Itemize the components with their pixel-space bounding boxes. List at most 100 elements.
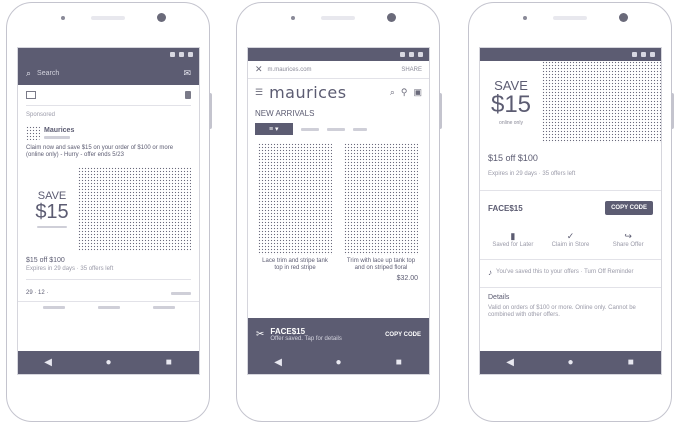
product-price: $32.00 [396, 275, 418, 282]
sensor [523, 16, 527, 20]
product-image[interactable] [258, 143, 332, 255]
location-icon[interactable]: ⚲ [401, 87, 408, 98]
share-link[interactable]: SHARE [401, 67, 422, 73]
hero-amount-text: $15 [490, 91, 532, 118]
recents-icon[interactable]: ■ [624, 357, 638, 368]
product-name[interactable]: Lace trim and stripe tank top in red str… [258, 258, 332, 272]
top-row [18, 85, 199, 103]
home-icon[interactable]: ● [563, 357, 577, 368]
offer-actions: ▮ Saved for Later ✓ Claim in Store ↪ Sha… [480, 225, 661, 255]
volume-button [209, 93, 212, 129]
ad-image[interactable]: SAVE $15 [26, 167, 191, 251]
offer-title: $15 off $100 [488, 153, 538, 163]
recents-icon[interactable]: ■ [162, 357, 176, 368]
phone3-screen: SAVE $15 online only $15 off $100 Expire… [479, 47, 662, 375]
product-image[interactable] [344, 143, 418, 255]
close-icon[interactable]: ✕ [255, 64, 263, 75]
saved-for-later-button[interactable]: ▮ Saved for Later [486, 231, 540, 249]
tag-icon: ✂ [256, 329, 265, 340]
home-icon[interactable]: ● [331, 357, 345, 368]
copy-code-button[interactable]: COPY CODE [605, 201, 653, 215]
reminder-text: You've saved this to your offers · Turn … [496, 269, 634, 275]
front-camera [619, 13, 628, 22]
comment-button[interactable] [97, 306, 120, 309]
messenger-icon[interactable]: ✉ [183, 68, 191, 79]
coupon-subtitle: Offer saved. Tap for details [270, 336, 342, 342]
ad-amount-text: $15 [35, 201, 69, 223]
bell-icon: ♪ [488, 268, 492, 277]
home-icon[interactable]: ● [101, 357, 115, 368]
volume-button [439, 93, 442, 129]
back-icon[interactable]: ◀ [41, 357, 55, 368]
android-nav-bar: ◀ ● ■ [248, 351, 429, 374]
product-card[interactable]: Trim with lace up tank top and on stripe… [344, 143, 418, 282]
status-bar [18, 48, 199, 61]
reminder-row[interactable]: ♪ You've saved this to your offers · Tur… [480, 264, 661, 281]
speaker [91, 16, 125, 20]
front-camera [387, 13, 396, 22]
share-button[interactable] [152, 306, 175, 309]
offer-hero-image: SAVE $15 online only [480, 61, 661, 143]
back-icon[interactable]: ◀ [503, 357, 517, 368]
phone2-screen: ✕ m.maurices.com SHARE ☰ maurices ⌕ ⚲ ▣ … [247, 47, 430, 375]
hamburger-menu-icon[interactable]: ☰ [255, 87, 263, 98]
search-bar[interactable]: ⌕ Search ✉ [18, 61, 199, 85]
url-text[interactable]: m.maurices.com [268, 67, 397, 73]
product-collage [542, 61, 661, 143]
bookmark-icon[interactable] [185, 91, 191, 99]
action-row [18, 301, 199, 313]
ad-headline: SAVE $15 [26, 167, 78, 251]
product-card[interactable]: Lace trim and stripe tank top in red str… [258, 143, 332, 282]
phone-frame-3: SAVE $15 online only $15 off $100 Expire… [468, 2, 674, 422]
action-label: Saved for Later [492, 242, 534, 248]
section-title: NEW ARRIVALS [255, 109, 315, 118]
browser-url-bar: ✕ m.maurices.com SHARE [248, 61, 429, 79]
details-heading: Details [488, 294, 510, 301]
share-offer-button[interactable]: ↪ Share Offer [601, 231, 655, 249]
recents-icon[interactable]: ■ [392, 357, 406, 368]
speaker [321, 16, 355, 20]
copy-code-button[interactable]: COPY CODE [385, 332, 421, 338]
search-icon: ⌕ [26, 67, 32, 78]
product-collage [78, 167, 191, 251]
coupon-code: FACE$15 [270, 327, 306, 336]
search-input[interactable]: Search [37, 70, 177, 77]
sort-dropdown[interactable] [300, 127, 319, 131]
filter-button[interactable]: ≡ ▾ [255, 123, 293, 135]
phone-frame-2: ✕ m.maurices.com SHARE ☰ maurices ⌕ ⚲ ▣ … [236, 2, 442, 422]
brand-name[interactable]: Maurices [44, 127, 74, 134]
coupon-banner[interactable]: ✂ FACE$15 Offer saved. Tap for details C… [248, 318, 429, 351]
code-row: FACE$15 COPY CODE [480, 191, 661, 225]
details-text: Valid on orders of $100 or more. Online … [488, 305, 636, 318]
offer-subtitle: Expires in 29 days · 35 offers left [26, 266, 114, 272]
size-dropdown[interactable] [326, 127, 345, 131]
offer-code: FACE$15 [488, 203, 523, 213]
back-icon[interactable]: ◀ [271, 357, 285, 368]
phone-frame-1: ⌕ Search ✉ Sponsored Maurices Claim now … [6, 2, 212, 422]
phone1-screen: ⌕ Search ✉ Sponsored Maurices Claim now … [17, 47, 200, 375]
post-text: Claim now and save $15 on your order of … [26, 145, 174, 158]
action-label: Claim in Store [551, 242, 590, 248]
status-bar [248, 48, 429, 61]
share-icon: ↪ [624, 231, 632, 241]
front-camera [157, 13, 166, 22]
claim-in-store-button[interactable]: ✓ Claim in Store [543, 231, 597, 249]
reactions[interactable]: 29 · 12 · [26, 290, 48, 297]
sensor [291, 16, 295, 20]
like-button[interactable] [42, 306, 65, 309]
action-label: Share Offer [612, 242, 644, 248]
sponsored-label: Sponsored [26, 112, 56, 118]
hero-note: online only [499, 120, 523, 126]
bookmark-icon: ▮ [510, 231, 516, 241]
bag-icon[interactable]: ▣ [413, 87, 422, 98]
hero-headline: SAVE $15 online only [480, 61, 542, 143]
store-icon[interactable] [26, 91, 36, 99]
site-logo[interactable]: maurices [269, 83, 384, 102]
product-grid: Lace trim and stripe tank top in red str… [248, 143, 429, 282]
color-dropdown[interactable] [352, 127, 367, 131]
search-icon[interactable]: ⌕ [390, 87, 395, 98]
product-name[interactable]: Trim with lace up tank top and on stripe… [344, 258, 418, 272]
brand-avatar[interactable] [26, 126, 40, 140]
reactions-row: 29 · 12 · [18, 286, 199, 301]
volume-button [671, 93, 674, 129]
